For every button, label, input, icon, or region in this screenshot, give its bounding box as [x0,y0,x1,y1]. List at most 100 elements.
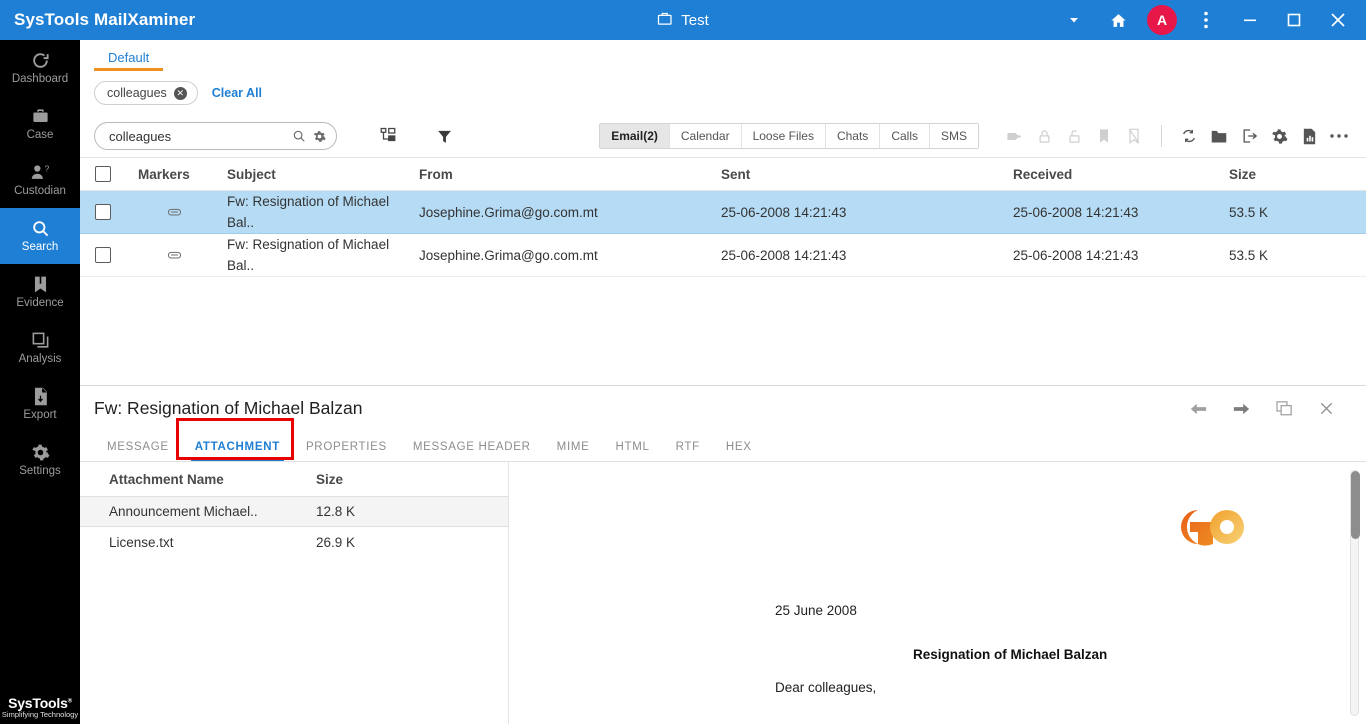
systools-logo: SysTools® Simplifying Technology [0,696,80,719]
sidebar-item-export[interactable]: Export [0,376,80,432]
row-checkbox[interactable] [95,247,111,263]
body-wrapper: Dashboard Case ? Custodian Search Eviden… [0,40,1366,724]
more-horizontal-icon[interactable] [1326,122,1352,150]
sidebar-item-analysis[interactable]: Analysis [0,320,80,376]
layers-icon [31,330,50,350]
sidebar-item-search[interactable]: Search [0,208,80,264]
current-case-indicator[interactable]: Test [657,11,709,30]
attachment-paperclip-icon [122,249,227,261]
report-file-icon[interactable] [1296,122,1322,150]
document-salutation: Dear colleagues, [775,680,877,695]
sidebar-item-evidence[interactable]: Evidence [0,264,80,320]
table-row[interactable]: Fw: Resignation of Michael Bal.. Josephi… [80,191,1366,234]
logo-registered: ® [67,697,72,704]
sidebar-label: Export [23,409,57,421]
scrollbar-thumb[interactable] [1351,471,1360,539]
app-title: SysTools MailXaminer [14,10,196,29]
tab-html[interactable]: HTML [603,441,663,461]
export-icon[interactable] [1236,122,1262,150]
clear-all-button[interactable]: Clear All [212,86,262,100]
list-item[interactable]: Announcement Michael.. 12.8 K [80,496,508,527]
folder-open-icon[interactable] [1206,122,1232,150]
application-window: SysTools MailXaminer Test A Dashboard Ca… [0,0,1366,724]
lock-icon[interactable] [1031,122,1057,150]
toggle-loose-files[interactable]: Loose Files [741,124,826,148]
tab-message-header[interactable]: MESSAGE HEADER [400,441,544,461]
sidebar-item-settings[interactable]: Settings [0,432,80,488]
cell-from: Josephine.Grima@go.com.mt [419,204,598,220]
popout-window-icon[interactable] [1276,401,1293,416]
refresh-icon[interactable] [1176,122,1202,150]
tag-forward-icon[interactable] [1001,122,1027,150]
home-icon[interactable] [1096,0,1140,40]
tab-mime[interactable]: MIME [544,441,603,461]
search-input[interactable] [109,128,285,144]
column-sent[interactable]: Sent [721,167,1013,182]
column-received[interactable]: Received [1013,167,1229,182]
tab-default[interactable]: Default [94,50,164,71]
search-icon [31,218,50,238]
column-markers[interactable]: Markers [122,167,227,182]
table-row[interactable]: Fw: Resignation of Michael Bal.. Josephi… [80,234,1366,277]
toggle-calendar[interactable]: Calendar [669,124,742,148]
cell-sent: 25-06-2008 14:21:43 [721,204,847,220]
tab-properties[interactable]: PROPERTIES [293,441,400,461]
toggle-sms[interactable]: SMS [929,124,978,148]
record-type-toggle: Email(2) Calendar Loose Files Chats Call… [599,123,979,149]
tab-rtf[interactable]: RTF [663,441,713,461]
close-circle-icon[interactable]: ✕ [173,86,187,100]
search-icon[interactable] [292,129,306,143]
bookmark-off-icon[interactable] [1121,122,1147,150]
column-attachment-size: Size [316,471,344,487]
briefcase-icon [31,106,50,126]
column-subject[interactable]: Subject [227,164,419,185]
sidebar-label: Analysis [18,353,62,365]
preview-body: Attachment Name Size Announcement Michae… [80,462,1366,724]
tab-message[interactable]: MESSAGE [94,441,182,461]
logo-name: SysTools [8,694,68,711]
toggle-email[interactable]: Email(2) [600,124,670,148]
avatar[interactable]: A [1140,0,1184,40]
chevron-down-icon[interactable] [1052,0,1096,40]
cell-size: 53.5 K [1229,204,1269,220]
close-icon[interactable] [1316,0,1360,40]
cell-subject: Fw: Resignation of Michael Bal.. [227,194,390,230]
vertical-scrollbar[interactable] [1350,470,1360,716]
document-date: 25 June 2008 [775,603,857,618]
gear-icon[interactable] [313,130,326,143]
sidebar-label: Evidence [16,297,64,309]
close-icon[interactable] [1319,401,1334,416]
column-size[interactable]: Size [1229,167,1366,182]
sidebar-label: Dashboard [11,73,69,85]
kebab-menu-icon[interactable] [1184,0,1228,40]
minimize-icon[interactable] [1228,0,1272,40]
sidebar-item-dashboard[interactable]: Dashboard [0,40,80,96]
list-item[interactable]: License.txt 26.9 K [80,527,508,558]
previous-arrow-icon[interactable] [1190,402,1207,416]
toggle-chats[interactable]: Chats [825,124,881,148]
avatar-initial: A [1147,5,1177,35]
tab-hex[interactable]: HEX [713,441,765,461]
sidebar-item-custodian[interactable]: ? Custodian [0,152,80,208]
next-arrow-icon[interactable] [1233,402,1250,416]
document-viewer: 25 June 2008 Resignation of Michael Balz… [509,462,1366,724]
unlock-icon[interactable] [1061,122,1087,150]
document-content: 25 June 2008 Resignation of Michael Balz… [509,462,1366,724]
select-all-checkbox[interactable] [95,166,111,182]
gear-icon[interactable] [1266,122,1292,150]
tab-attachment[interactable]: ATTACHMENT [182,441,293,461]
sidebar-item-case[interactable]: Case [0,96,80,152]
funnel-filter-icon[interactable] [431,123,457,149]
gear-icon [31,442,50,462]
search-field[interactable] [94,122,337,150]
column-from[interactable]: From [419,167,721,182]
maximize-icon[interactable] [1272,0,1316,40]
search-toolbar: Email(2) Calendar Loose Files Chats Call… [80,113,1366,157]
filter-chip-colleagues[interactable]: colleagues ✕ [94,81,198,105]
bookmark-icon[interactable] [1091,122,1117,150]
tree-view-icon[interactable] [375,123,401,149]
column-attachment-name: Attachment Name [109,471,224,487]
row-checkbox[interactable] [95,204,111,220]
toggle-calls[interactable]: Calls [880,124,930,148]
cell-attachment-name: License.txt [109,535,174,550]
